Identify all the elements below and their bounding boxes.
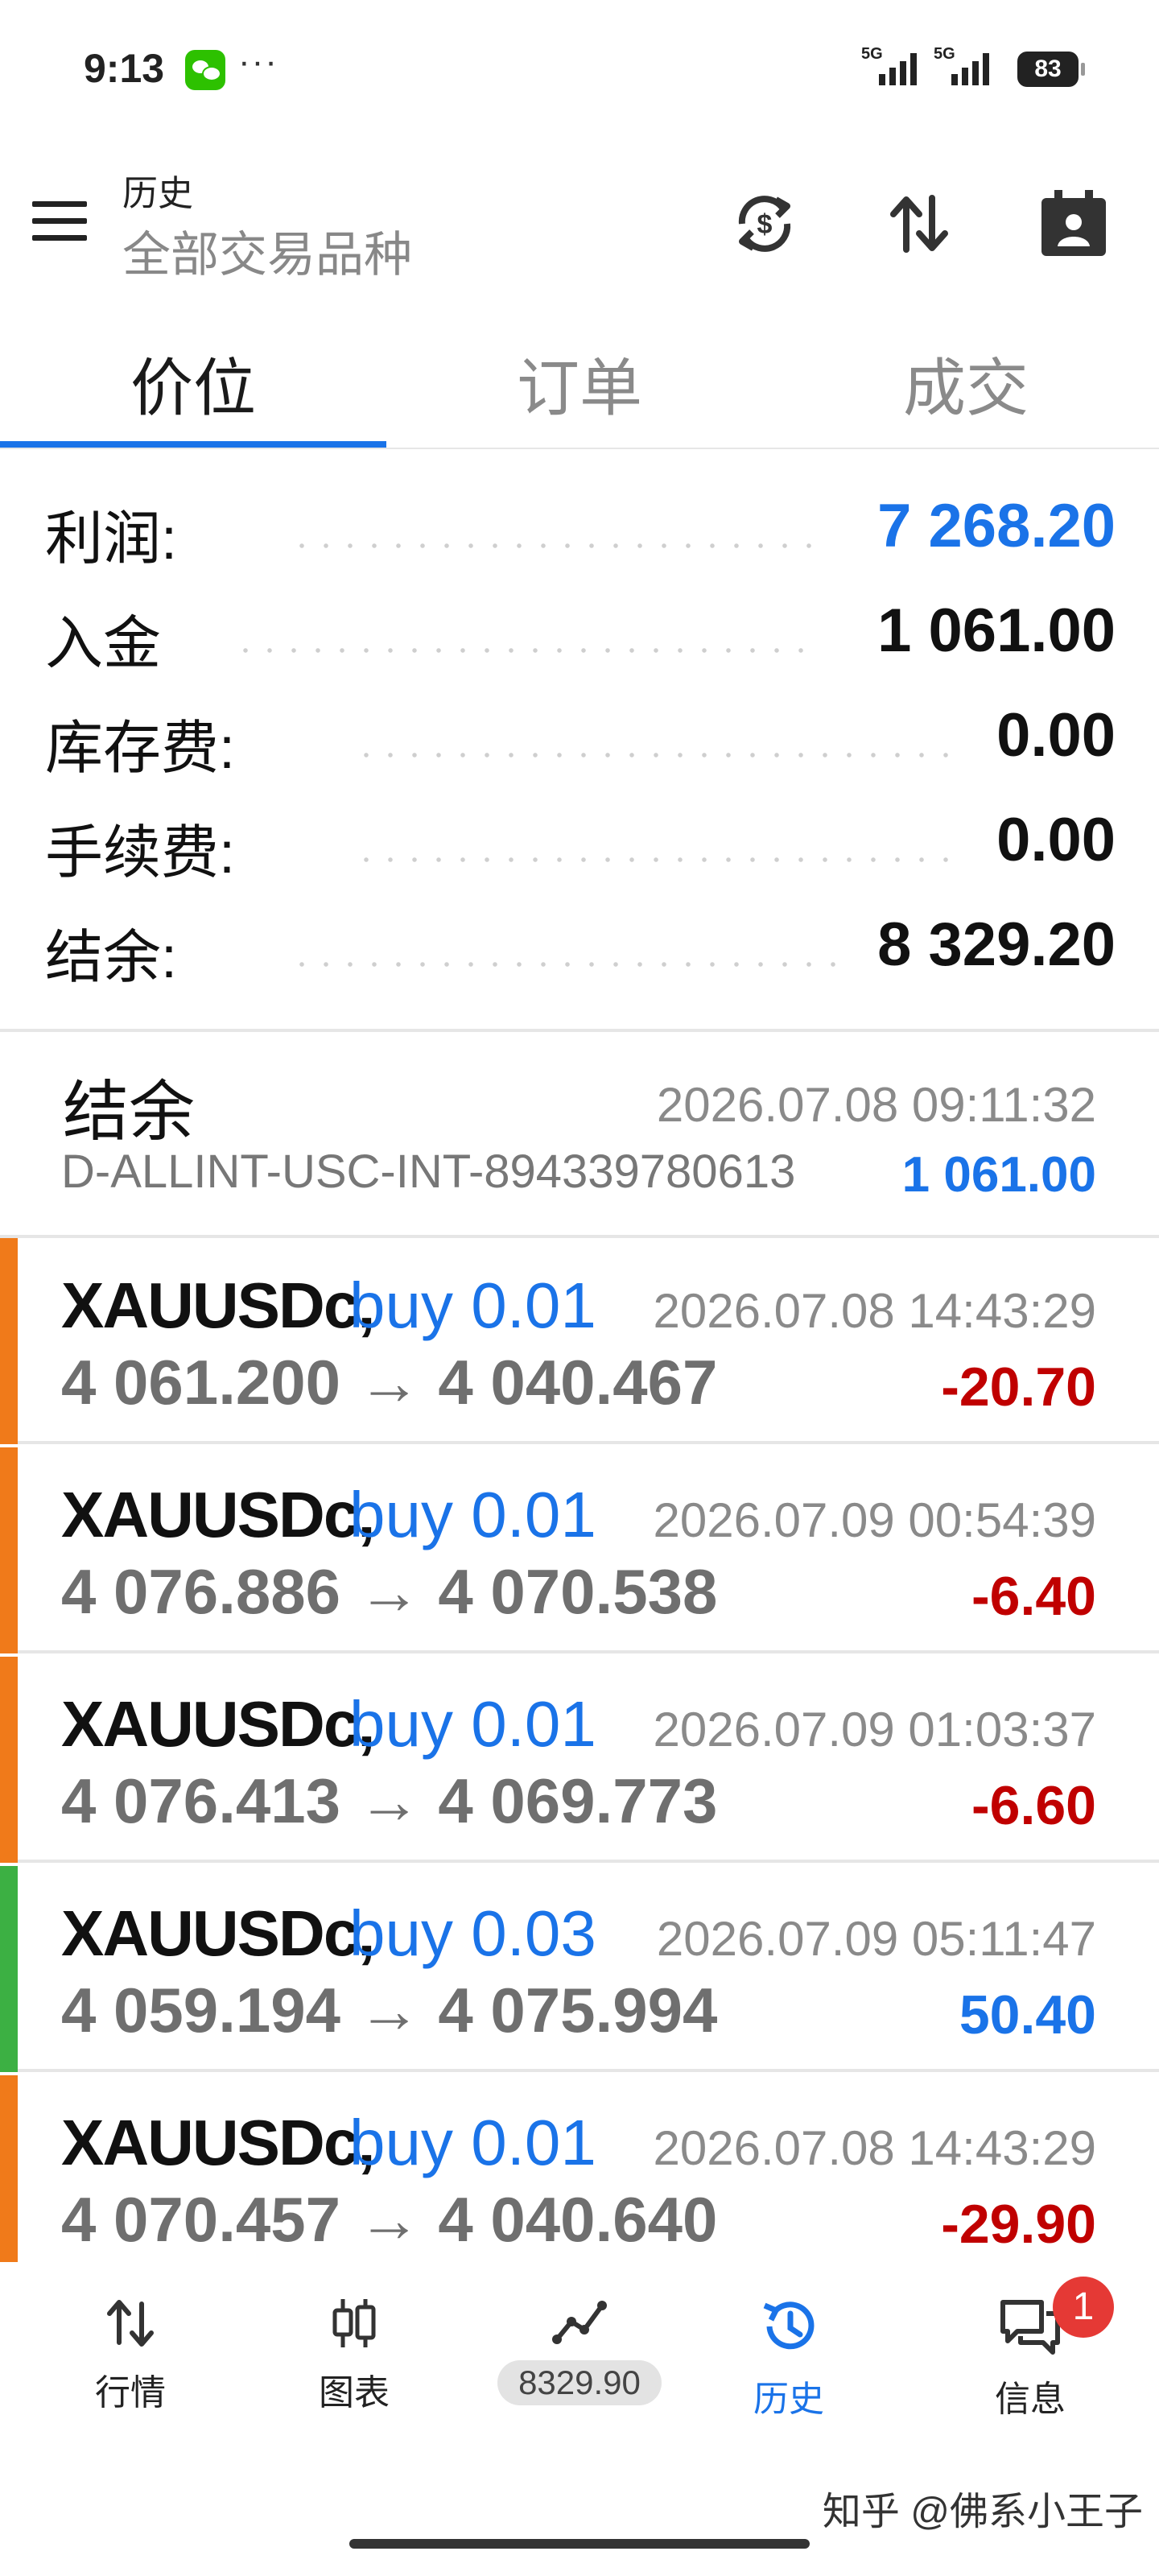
status-bar: 9:13 ··· 5G 5G 83 — [0, 0, 1159, 137]
summary-label: 库存费: — [45, 716, 236, 781]
summary-label: 利润: — [45, 507, 178, 572]
deal-prices: 4 061.200 → 4 040.467 — [61, 1347, 718, 1418]
deal-time: 2026.07.09 00:54:39 — [653, 1493, 1096, 1547]
deal-entry[interactable]: XAUUSDc, buy 0.01 2026.07.08 14:43:29 4 … — [0, 1238, 1159, 1444]
signal-icon-2: 5G — [934, 45, 1006, 85]
deal-profit: 50.40 — [959, 1984, 1096, 2046]
summary-row-commission: 手续费: 0.00 — [0, 789, 1159, 886]
trade-icon — [552, 2301, 607, 2344]
nav-trade[interactable]: 8329.90 — [483, 2262, 676, 2423]
deal-direction-bar — [0, 1447, 18, 1653]
deal-action: buy 0.01 — [349, 1688, 596, 1760]
deal-time: 2026.07.09 01:03:37 — [653, 1703, 1096, 1757]
deal-action: buy 0.01 — [349, 1479, 596, 1550]
deal-entry[interactable]: XAUUSDc, buy 0.03 2026.07.09 05:11:47 4 … — [0, 1866, 1159, 2072]
balance-title: 结余 — [63, 1075, 196, 1149]
deal-time: 2026.07.09 05:11:47 — [656, 1912, 1096, 1966]
tab-orders[interactable]: 订单 — [386, 338, 773, 428]
deal-prices: 4 070.457 → 4 040.640 — [61, 2184, 718, 2255]
notification-badge: 1 — [1053, 2277, 1114, 2338]
deal-symbol: XAUUSDc, — [61, 1897, 376, 1969]
deal-time: 2026.07.08 14:43:29 — [653, 2121, 1096, 2175]
deal-direction-bar — [0, 2075, 18, 2262]
bottom-navigation: 行情 图表 8329.90 历史 信息 1 — [0, 2262, 1159, 2479]
balance-account: D-ALLINT-USC-INT-894339780613 — [61, 1146, 796, 1198]
summary-panel: 利润: 7 268.20 入金 1 061.00 库存费: 0.00 手续费: … — [0, 475, 1159, 1030]
summary-label: 手续费: — [45, 821, 236, 886]
nav-history[interactable]: 历史 — [708, 2262, 869, 2423]
svg-text:$: $ — [757, 209, 773, 240]
deal-direction-bar — [0, 1657, 18, 1863]
wechat-icon — [185, 50, 225, 90]
nav-messages[interactable]: 信息 1 — [950, 2262, 1114, 2423]
deal-action: buy 0.03 — [349, 1897, 596, 1969]
nav-label: 信息 — [995, 2380, 1066, 2419]
deal-entry[interactable]: XAUUSDc, buy 0.01 2026.07.09 00:54:39 4 … — [0, 1447, 1159, 1653]
summary-label: 结余: — [45, 926, 178, 990]
swap-value: 0.00 — [996, 701, 1116, 770]
deal-profit: -20.70 — [941, 1356, 1096, 1418]
status-time: 9:13 — [84, 46, 165, 91]
divider — [0, 448, 1159, 449]
summary-label: 入金 — [45, 612, 162, 676]
summary-row-swap: 库存费: 0.00 — [0, 684, 1159, 781]
nav-quotes[interactable]: 行情 — [50, 2262, 211, 2423]
battery-icon: 83 — [1017, 52, 1085, 87]
signal-icon: 5G — [861, 45, 934, 85]
summary-row-balance: 结余: 8 329.20 — [0, 894, 1159, 990]
deposit-value: 1 061.00 — [877, 597, 1116, 665]
deal-profit: -29.90 — [941, 2194, 1096, 2255]
deal-prices: 4 076.413 → 4 069.773 — [61, 1765, 718, 1836]
deal-symbol: XAUUSDc, — [61, 2107, 376, 2178]
deal-direction-bar — [0, 1238, 18, 1444]
watermark: 知乎 @佛系小王子 — [822, 2491, 1143, 2533]
nav-label: 历史 — [753, 2380, 824, 2419]
deal-prices: 4 076.886 → 4 070.538 — [61, 1556, 718, 1627]
commission-value: 0.00 — [996, 806, 1116, 874]
deal-profit: -6.40 — [971, 1566, 1096, 1627]
nav-chart[interactable]: 图表 — [274, 2262, 435, 2423]
equity-pill: 8329.90 — [497, 2360, 662, 2405]
balance-amount: 1 061.00 — [901, 1147, 1096, 1203]
home-indicator[interactable] — [349, 2539, 810, 2549]
sort-icon[interactable] — [881, 185, 958, 262]
deal-symbol: XAUUSDc, — [61, 1688, 376, 1760]
more-dots: ··· — [238, 42, 278, 81]
currency-exchange-icon[interactable]: $ — [726, 185, 803, 262]
deal-action: buy 0.01 — [349, 1269, 596, 1341]
deal-entry[interactable]: XAUUSDc, buy 0.01 2026.07.08 14:43:29 4 … — [0, 2075, 1159, 2262]
nav-label: 图表 — [319, 2373, 390, 2413]
deal-action: buy 0.01 — [349, 2107, 596, 2178]
deal-prices: 4 059.194 → 4 075.994 — [61, 1975, 718, 2046]
deal-profit: -6.60 — [971, 1775, 1096, 1836]
summary-row-profit: 利润: 7 268.20 — [0, 475, 1159, 572]
menu-icon[interactable] — [32, 201, 87, 242]
nav-label: 行情 — [95, 2373, 166, 2413]
active-tab-indicator — [0, 441, 386, 448]
symbol-filter[interactable]: 全部交易品种 — [122, 216, 412, 286]
tab-positions[interactable]: 价位 — [0, 338, 386, 428]
tab-deals[interactable]: 成交 — [773, 338, 1159, 428]
calendar-icon[interactable] — [1035, 185, 1112, 262]
profit-value: 7 268.20 — [877, 492, 1116, 560]
deal-direction-bar — [0, 1866, 18, 2072]
quotes-icon — [107, 2300, 154, 2347]
summary-row-deposit: 入金 1 061.00 — [0, 580, 1159, 676]
chart-icon — [332, 2299, 376, 2347]
balance-entry[interactable]: 结余 2026.07.08 09:11:32 D-ALLINT-USC-INT-… — [0, 1032, 1159, 1238]
deal-entry[interactable]: XAUUSDc, buy 0.01 2026.07.09 01:03:37 4 … — [0, 1657, 1159, 1863]
deal-time: 2026.07.08 14:43:29 — [653, 1284, 1096, 1338]
deal-symbol: XAUUSDc, — [61, 1269, 376, 1341]
tab-bar: 价位 订单 成交 — [0, 306, 1159, 451]
balance-value: 8 329.20 — [877, 910, 1116, 979]
history-icon — [763, 2301, 815, 2350]
top-bar: 历史 全部交易品种 $ — [0, 145, 1159, 290]
balance-time: 2026.07.08 09:11:32 — [656, 1078, 1096, 1132]
page-title: 历史 — [122, 174, 193, 213]
deal-symbol: XAUUSDc, — [61, 1479, 376, 1550]
